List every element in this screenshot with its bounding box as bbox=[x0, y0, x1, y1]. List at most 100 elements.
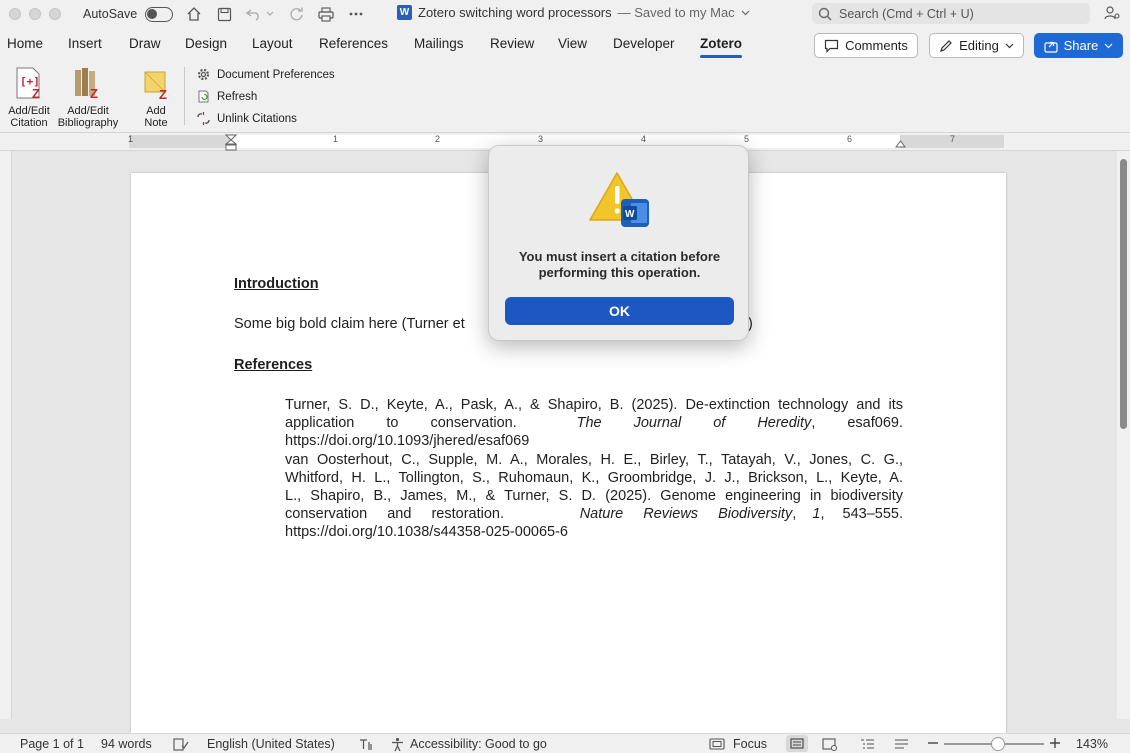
zoom-slider-thumb[interactable] bbox=[991, 737, 1005, 751]
reference-1-journal-tail: , esaf069. bbox=[811, 415, 903, 431]
close-window-button[interactable] bbox=[9, 8, 21, 20]
print-icon[interactable] bbox=[317, 5, 335, 23]
editing-mode-button[interactable]: Editing bbox=[929, 33, 1024, 58]
references-heading: References bbox=[234, 357, 313, 373]
zoom-out-icon[interactable] bbox=[928, 742, 938, 744]
save-icon[interactable] bbox=[215, 5, 233, 23]
zotero-ribbon: [+] Z Add/Edit Citation Z Add/Edit Biblio… bbox=[0, 61, 1130, 133]
search-placeholder: Search (Cmd + Ctrl + U) bbox=[839, 6, 974, 21]
language[interactable]: English (United States) bbox=[207, 737, 335, 751]
minimize-window-button[interactable] bbox=[29, 8, 41, 20]
reference-2-line-4: conservation and restoration. Nature Rev… bbox=[285, 505, 903, 523]
page-count[interactable]: Page 1 of 1 bbox=[20, 737, 84, 751]
tab-home[interactable]: Home bbox=[7, 36, 43, 51]
person-settings-icon[interactable] bbox=[1104, 5, 1120, 26]
reference-1-line-2: application to conservation. The Journal… bbox=[285, 414, 903, 432]
ruler-number: 1 bbox=[128, 134, 134, 144]
vertical-scrollbar[interactable] bbox=[1117, 151, 1130, 719]
reference-1-journal-name: The Journal of Heredity bbox=[576, 415, 812, 431]
tab-developer[interactable]: Developer bbox=[613, 36, 675, 51]
chevron-down-icon bbox=[741, 10, 750, 15]
ruler-number: 7 bbox=[950, 134, 956, 144]
share-label: Share bbox=[1063, 38, 1099, 53]
right-indent-marker-icon[interactable] bbox=[895, 139, 906, 148]
document-preferences-button[interactable]: Document Preferences bbox=[196, 67, 335, 82]
ruler-number: 1 bbox=[333, 134, 339, 144]
reference-1-doi[interactable]: https://doi.org/10.1093/jhered/esaf069 bbox=[285, 432, 903, 450]
redo-icon[interactable] bbox=[287, 5, 305, 23]
svg-text:W: W bbox=[625, 209, 635, 220]
ruler-number: 3 bbox=[538, 134, 544, 144]
svg-text:Z: Z bbox=[90, 86, 98, 100]
reference-2-line-1: van Oosterhout, C., Supple, M. A., Moral… bbox=[285, 452, 903, 468]
proofing-icon[interactable] bbox=[173, 738, 189, 751]
text-predictions-icon[interactable] bbox=[358, 738, 373, 751]
reference-2-journal: Nature Reviews Biodiversity, 1, 543–555. bbox=[580, 505, 903, 523]
accessibility-status[interactable]: Accessibility: Good to go bbox=[410, 737, 547, 751]
share-button[interactable]: Share bbox=[1034, 33, 1123, 58]
web-layout-icon[interactable] bbox=[822, 738, 838, 751]
search-icon bbox=[818, 7, 832, 21]
add-edit-bibliography-button[interactable]: Z Add/Edit Bibliography bbox=[56, 66, 120, 129]
zoom-in-icon[interactable] bbox=[1050, 738, 1060, 748]
add-edit-citation-button[interactable]: [+] Z Add/Edit Citation bbox=[4, 66, 54, 129]
tab-layout[interactable]: Layout bbox=[252, 36, 293, 51]
status-bar: Page 1 of 1 94 words English (United Sta… bbox=[0, 733, 1130, 753]
autosave-label: AutoSave bbox=[83, 7, 138, 21]
alert-message-line-1: You must insert a citation before bbox=[518, 249, 721, 264]
comments-button[interactable]: Comments bbox=[814, 33, 918, 58]
tab-design[interactable]: Design bbox=[185, 36, 227, 51]
more-icon[interactable] bbox=[347, 5, 365, 23]
scrollbar-thumb[interactable] bbox=[1120, 159, 1127, 429]
word-count[interactable]: 94 words bbox=[101, 737, 152, 751]
add-note-label-1: Add bbox=[146, 105, 166, 117]
add-edit-citation-label-2: Citation bbox=[10, 117, 48, 129]
bibliography-icon: Z bbox=[71, 66, 105, 101]
outline-view-icon[interactable] bbox=[860, 738, 875, 750]
tab-view[interactable]: View bbox=[558, 36, 587, 51]
document-title[interactable]: W Zotero switching word processors — Sav… bbox=[397, 5, 750, 20]
focus-icon[interactable] bbox=[709, 738, 725, 750]
comments-label: Comments bbox=[845, 38, 908, 53]
add-note-button[interactable]: Z Add Note bbox=[136, 66, 176, 129]
svg-text:Z: Z bbox=[32, 86, 40, 100]
tab-insert[interactable]: Insert bbox=[68, 36, 102, 51]
refresh-button[interactable]: Refresh bbox=[196, 89, 257, 104]
reference-1-journal: The Journal of Heredity, esaf069. bbox=[577, 414, 903, 432]
unlink-icon bbox=[197, 112, 210, 125]
undo-icon[interactable] bbox=[245, 5, 263, 23]
refresh-label: Refresh bbox=[217, 90, 258, 103]
ribbon-tabs: Home Insert Draw Design Layout Reference… bbox=[0, 28, 1130, 61]
search-input[interactable]: Search (Cmd + Ctrl + U) bbox=[812, 3, 1090, 24]
vertical-ruler bbox=[0, 151, 12, 719]
home-icon[interactable] bbox=[185, 5, 203, 23]
tab-draw[interactable]: Draw bbox=[129, 36, 161, 51]
reference-2-doi[interactable]: https://doi.org/10.1038/s44358-025-00065… bbox=[285, 523, 903, 541]
add-edit-bibliography-label-2: Bibliography bbox=[57, 117, 119, 129]
title-bar: AutoSave W Zotero switching word process… bbox=[0, 0, 1130, 28]
tab-references[interactable]: References bbox=[319, 36, 388, 51]
tab-review[interactable]: Review bbox=[490, 36, 534, 51]
zoom-level[interactable]: 143% bbox=[1076, 737, 1108, 751]
indent-marker-icon[interactable] bbox=[225, 134, 237, 151]
tab-zotero[interactable]: Zotero bbox=[700, 36, 742, 58]
draft-view-icon[interactable] bbox=[894, 738, 909, 750]
reference-1-line-1: Turner, S. D., Keyte, A., Pask, A., & Sh… bbox=[285, 397, 903, 413]
focus-label[interactable]: Focus bbox=[733, 737, 767, 751]
reference-2-title: conservation and restoration. bbox=[285, 506, 504, 522]
ok-button[interactable]: OK bbox=[505, 297, 734, 325]
reference-2-pages: , 543–555. bbox=[820, 506, 903, 522]
accessibility-icon[interactable] bbox=[390, 737, 405, 752]
reference-2-line-3: L., Shapiro, B., James, M., & Turner, S.… bbox=[285, 488, 903, 504]
add-edit-bibliography-label-1: Add/Edit bbox=[67, 105, 109, 117]
print-layout-view[interactable] bbox=[786, 735, 808, 752]
note-icon: Z bbox=[139, 66, 173, 102]
unlink-citations-button[interactable]: Unlink Citations bbox=[196, 111, 297, 126]
alert-dialog: W You must insert a citation before perf… bbox=[488, 145, 749, 341]
chevron-down-icon[interactable] bbox=[265, 5, 275, 23]
zoom-window-button[interactable] bbox=[49, 8, 61, 20]
autosave-toggle[interactable] bbox=[145, 6, 174, 22]
reference-1-title: application to conservation. bbox=[285, 415, 517, 431]
tab-mailings[interactable]: Mailings bbox=[414, 36, 464, 51]
body-paragraph: Some big bold claim here (Turner et bbox=[234, 316, 465, 332]
